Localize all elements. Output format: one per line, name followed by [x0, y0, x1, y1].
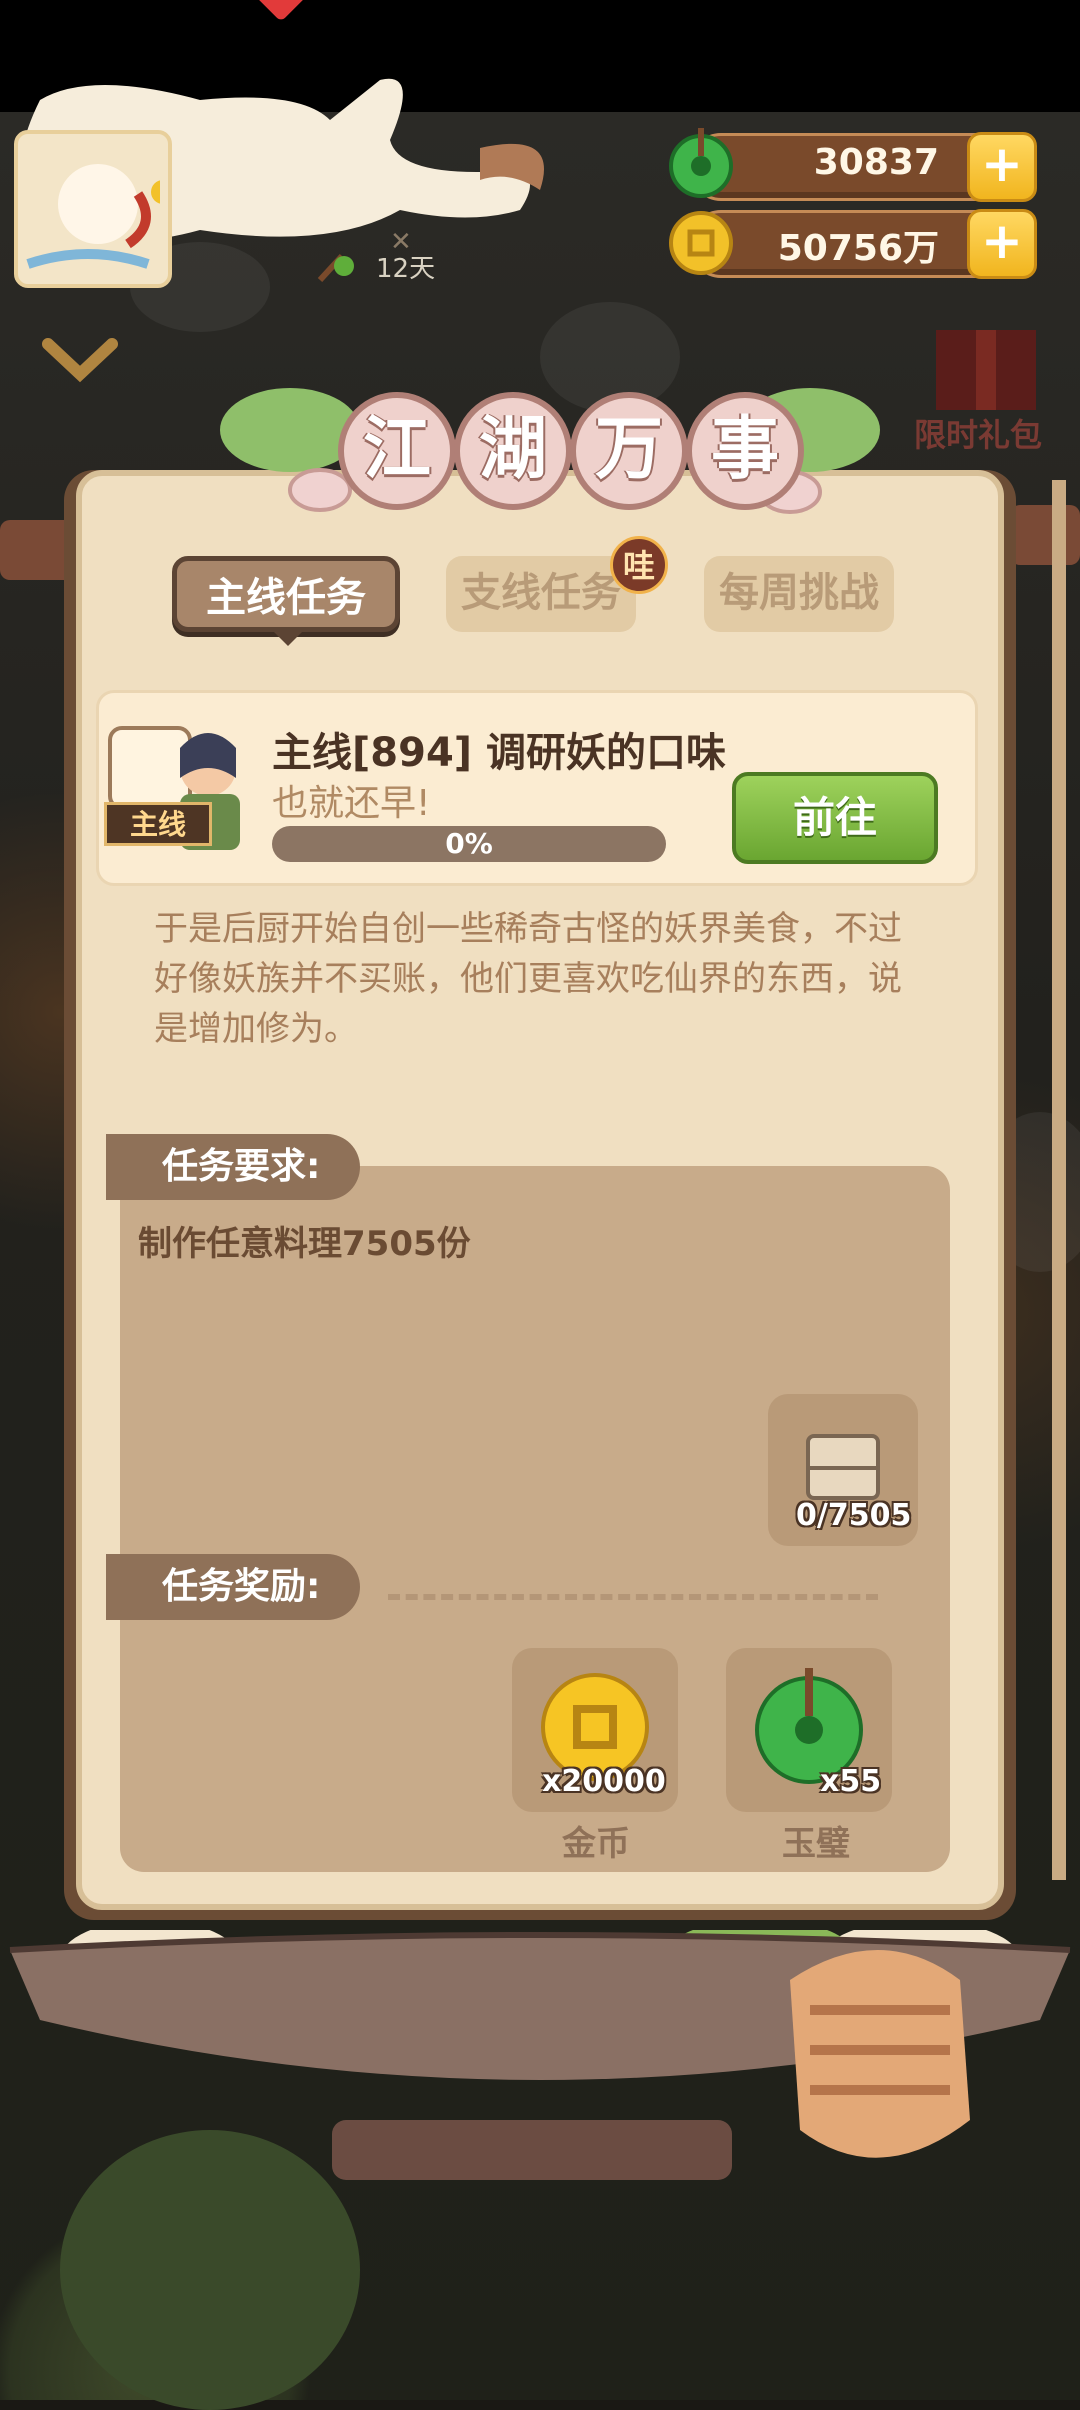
requirement-label: 任务要求:	[106, 1134, 361, 1200]
quest-progress-text: 0%	[445, 827, 493, 860]
avatar-days-label: 12天	[376, 254, 436, 284]
tab-pointer	[274, 632, 302, 646]
quest-progress-bar: 0%	[272, 826, 666, 862]
add-jade-button[interactable]: +	[967, 132, 1037, 202]
scroll-rod-right	[1010, 505, 1080, 565]
dash-divider	[388, 1594, 878, 1600]
jade-disc-icon	[669, 128, 733, 198]
player-avatar[interactable]	[14, 130, 175, 288]
title-char: 事	[686, 392, 804, 510]
bowl-stand	[332, 2120, 732, 2180]
limited-gift-label[interactable]: 限时礼包	[914, 410, 1042, 456]
reward-name-jade: 玉璧	[782, 1824, 850, 1864]
add-gold-button[interactable]: +	[967, 209, 1037, 279]
gift-box-icon[interactable]	[916, 300, 1056, 420]
gold-currency-bar: 50756万 +	[669, 209, 1037, 279]
reward-label: 任务奖励:	[106, 1554, 361, 1620]
tabby-cat-decoration	[790, 1950, 970, 2158]
gold-value: 50756万	[777, 228, 939, 269]
tab-weekly-challenge[interactable]: 每周挑战	[704, 556, 894, 632]
tab-badge: 哇	[610, 536, 668, 594]
required-item-count: 0/7505	[796, 1498, 912, 1533]
main-quest-tag: 主线	[104, 802, 212, 846]
quest-title: 主线[894] 调研妖的口味	[272, 730, 726, 776]
title-char: 万	[570, 392, 688, 510]
reward-count-gold: x20000	[542, 1764, 666, 1799]
chevron-down-icon[interactable]	[40, 330, 120, 390]
tab-main-quest[interactable]: 主线任务	[172, 556, 400, 632]
reward-count-jade: x55	[820, 1764, 882, 1799]
jade-value: 30837	[813, 142, 939, 183]
scroll-item-icon	[806, 1434, 880, 1500]
reward-name-gold: 金币	[562, 1824, 630, 1864]
heart-icon	[254, 0, 308, 22]
quest-story: 于是后厨开始自创一些稀奇古怪的妖界美食，不过好像妖族并不买账，他们更喜欢吃仙界的…	[154, 909, 902, 1049]
panel-edge	[1052, 480, 1066, 1880]
tab-side-quest[interactable]: 支线任务	[446, 556, 636, 632]
goto-button[interactable]: 前往	[732, 772, 938, 864]
title-char: 湖	[454, 392, 572, 510]
quest-subtitle: 也就还早!	[272, 783, 431, 824]
gold-coin-icon	[669, 211, 733, 275]
title-char: 江	[338, 392, 456, 510]
requirement-text: 制作任意料理7505份	[138, 1224, 471, 1264]
leaf-hoe-icon	[317, 253, 354, 282]
plant-decoration	[60, 2130, 360, 2410]
jade-currency-bar: 30837 +	[669, 128, 1037, 202]
